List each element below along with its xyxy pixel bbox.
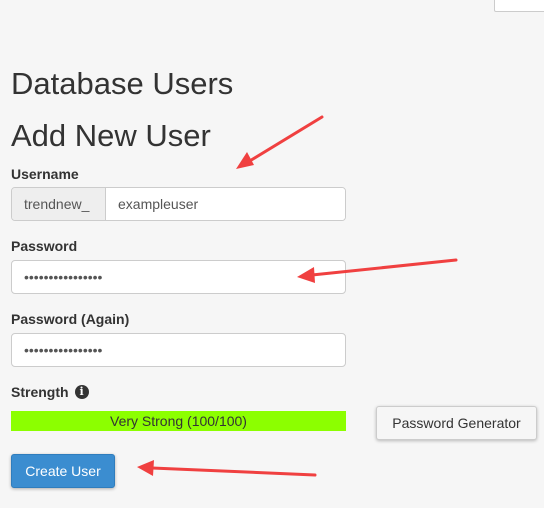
info-circle-icon[interactable]: i: [74, 385, 89, 399]
username-input[interactable]: [106, 188, 345, 220]
section-heading-add-user: Add New User: [11, 118, 211, 153]
strength-text: Very Strong (100/100): [110, 413, 247, 429]
password-label: Password: [11, 238, 78, 254]
red-arrow-icon: [137, 460, 317, 477]
strength-label-row: Strength i: [11, 383, 89, 401]
password-again-label: Password (Again): [11, 311, 130, 327]
strength-meter: Very Strong (100/100): [11, 411, 346, 431]
header-fragment: [446, 0, 460, 4]
password-input[interactable]: [11, 260, 346, 294]
red-arrow-icon: [236, 115, 324, 169]
username-label: Username: [11, 166, 79, 182]
username-prefix: trendnew_: [12, 188, 106, 220]
create-user-button[interactable]: Create User: [11, 454, 115, 488]
username-input-group: trendnew_: [11, 187, 346, 221]
password-generator-button[interactable]: Password Generator: [376, 406, 537, 440]
password-again-input[interactable]: [11, 333, 346, 367]
header-search-box[interactable]: [494, 0, 544, 12]
strength-label: Strength: [11, 384, 69, 400]
page-title: Database Users: [11, 66, 234, 101]
